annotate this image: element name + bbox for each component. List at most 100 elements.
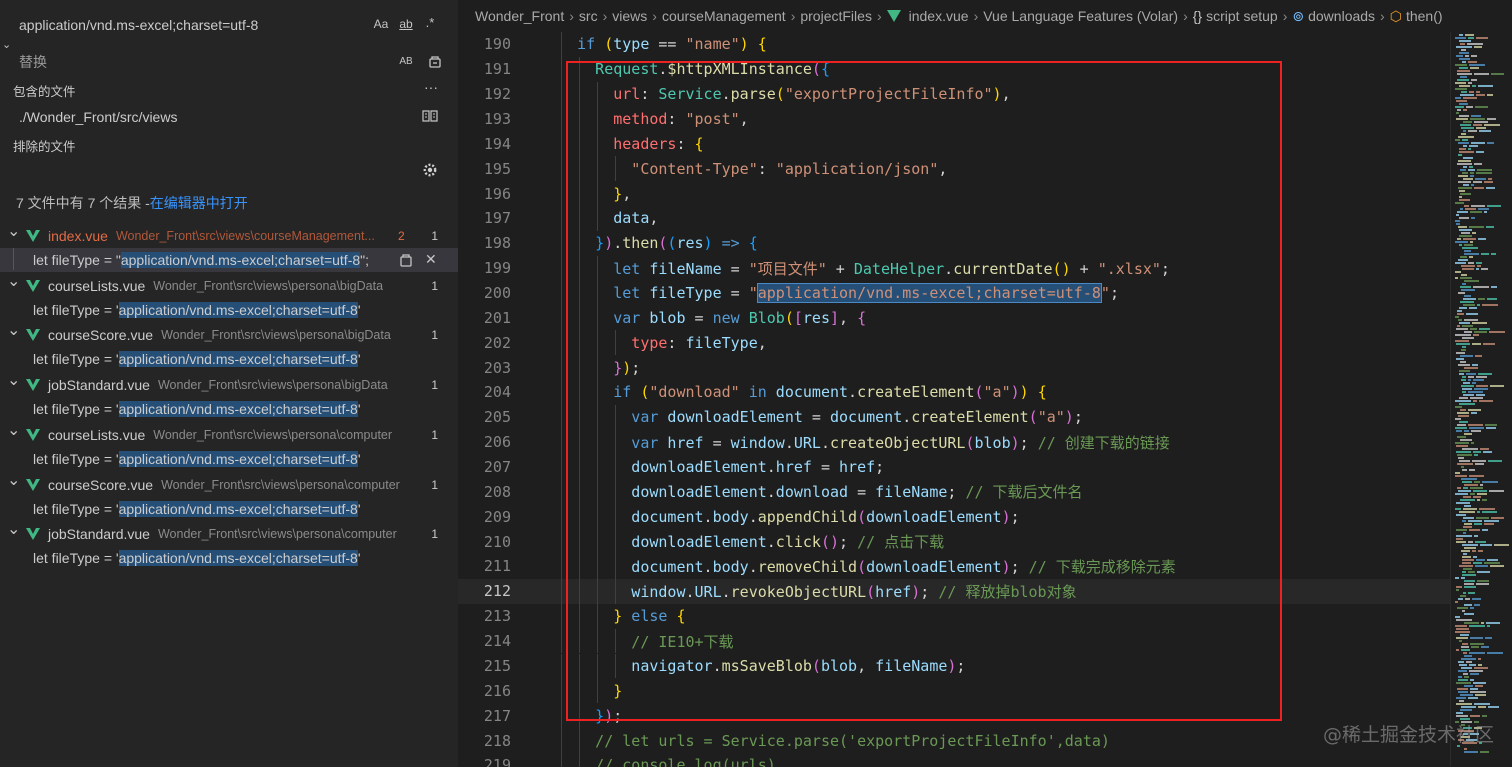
open-editors-only-icon[interactable] (420, 106, 440, 126)
code-text[interactable]: var downloadElement = document.createEle… (631, 408, 1083, 426)
code-line[interactable]: 212 window.URL.revokeObjectURL(href); // … (458, 578, 1450, 604)
code-text[interactable]: if ("download" in document.createElement… (613, 383, 1047, 401)
dismiss-close-icon[interactable]: ✕ (425, 251, 437, 268)
result-match-row[interactable]: let fileType = ' application/vnd.ms-excel… (0, 298, 458, 322)
code-line[interactable]: 219 // console.log(urls) (458, 752, 1450, 767)
code-line[interactable]: 203}); (458, 355, 1450, 381)
open-in-editor-link[interactable]: 在编辑器中打开 (150, 193, 248, 213)
code-text[interactable]: }); (595, 707, 622, 725)
code-text[interactable]: if (type == "name") { (577, 35, 767, 53)
breadcrumb-item[interactable]: projectFiles (800, 8, 872, 24)
code-text[interactable]: method: "post", (613, 110, 748, 128)
use-exclude-settings-gear-icon[interactable] (420, 160, 440, 180)
code-line[interactable]: 199 let fileName = "项目文件" + DateHelper.cu… (458, 255, 1450, 281)
result-file-row[interactable]: ⌄ index.vue Wonder_Front\src\views\courseM… (0, 223, 458, 248)
code-text[interactable]: Request.$httpXMLInstance({ (595, 60, 830, 78)
chevron-down-icon[interactable]: ⌄ (7, 519, 20, 539)
search-query[interactable]: application/vnd.ms-excel;charset=utf-8 (19, 17, 258, 33)
result-match-row[interactable]: let fileType = ' application/vnd.ms-excel… (0, 347, 458, 371)
result-file-row[interactable]: ⌄ courseLists.vue Wonder_Front\src\views\p… (0, 422, 458, 447)
code-text[interactable]: data, (613, 209, 658, 227)
code-text[interactable]: headers: { (613, 135, 703, 153)
replace-all-icon[interactable] (425, 51, 445, 71)
code-line[interactable]: 197 data, (458, 206, 1450, 231)
code-line[interactable]: 217}); (458, 703, 1450, 729)
code-text[interactable]: }).then((res) => { (595, 234, 758, 252)
match-whole-word-icon[interactable]: ab (396, 14, 416, 34)
more-actions-icon[interactable]: ··· (421, 77, 441, 97)
code-text[interactable]: let fileName = "项目文件" + DateHelper.curre… (613, 258, 1170, 279)
code-text[interactable]: document.body.removeChild(downloadElemen… (631, 556, 1175, 577)
code-line[interactable]: 193 method: "post", (458, 106, 1450, 132)
code-text[interactable]: downloadElement.click(); // 点击下载 (631, 531, 944, 552)
code-text[interactable]: } (613, 682, 622, 700)
code-line[interactable]: 204 if ("download" in document.createElem… (458, 380, 1450, 405)
code-text[interactable]: }, (613, 185, 631, 203)
code-line[interactable]: 210 downloadElement.click(); // 点击下载 (458, 529, 1450, 555)
code-text[interactable]: } else { (613, 607, 685, 625)
breadcrumb-item[interactable]: Vue Language Features (Volar) (983, 8, 1178, 24)
code-text[interactable]: let fileType = "application/vnd.ms-excel… (613, 283, 1119, 304)
result-file-row[interactable]: ⌄ courseLists.vue Wonder_Front\src\views\p… (0, 273, 458, 298)
code-line[interactable]: 216} (458, 678, 1450, 704)
code-line[interactable]: 208 downloadElement.download = fileName; … (458, 479, 1450, 505)
code-line[interactable]: 202 type: fileType, (458, 330, 1450, 356)
chevron-down-icon[interactable]: ⌄ (7, 271, 20, 291)
use-regex-icon[interactable]: .* (420, 12, 440, 32)
chevron-down-icon[interactable]: ⌄ (7, 420, 20, 440)
code-line[interactable]: 213} else { (458, 603, 1450, 629)
code-text[interactable]: // let urls = Service.parse('exportProje… (595, 732, 1110, 750)
code-line[interactable]: 195 "Content-Type": "application/json", (458, 156, 1450, 182)
breadcrumb-item[interactable]: courseManagement (662, 8, 786, 24)
code-line[interactable]: 206 var href = window.URL.createObjectURL… (458, 429, 1450, 455)
code-text[interactable]: }); (613, 359, 640, 377)
code-line[interactable]: 194 headers: { (458, 131, 1450, 157)
code-text[interactable]: type: fileType, (631, 334, 766, 352)
code-line[interactable]: 191 Request.$httpXMLInstance({ (458, 56, 1450, 82)
include-files-value[interactable]: ./Wonder_Front/src/views (19, 109, 177, 125)
code-text[interactable]: var blob = new Blob([res], { (613, 309, 866, 327)
code-text[interactable]: document.body.appendChild(downloadElemen… (631, 508, 1019, 526)
minimap[interactable] (1450, 32, 1512, 767)
result-file-row[interactable]: ⌄ courseScore.vue Wonder_Front\src\views\p… (0, 322, 458, 347)
code-line[interactable]: 192 url: Service.parse("exportProjectFile… (458, 81, 1450, 107)
include-files-input[interactable]: ./Wonder_Front/src/views (0, 104, 458, 129)
breadcrumb-item[interactable]: src (579, 8, 598, 24)
chevron-down-icon[interactable]: ⌄ (7, 221, 20, 241)
match-case-icon[interactable]: Aa (371, 14, 391, 34)
breadcrumb-item[interactable]: index.vue (909, 8, 969, 24)
code-text[interactable]: downloadElement.download = fileName; // … (631, 481, 1082, 502)
exclude-files-input[interactable] (0, 158, 458, 183)
code-line[interactable]: 205 var downloadElement = document.create… (458, 404, 1450, 430)
code-text[interactable]: window.URL.revokeObjectURL(href); // 释放掉… (631, 581, 1076, 602)
preserve-case-icon[interactable]: AB (396, 51, 416, 71)
result-match-row[interactable]: let fileType = ' application/vnd.ms-excel… (0, 447, 458, 471)
code-line[interactable]: 196}, (458, 181, 1450, 207)
code-text[interactable]: "Content-Type": "application/json", (631, 160, 947, 178)
code-text[interactable]: // IE10+下载 (631, 631, 733, 652)
result-match-row[interactable]: let fileType = " application/vnd.ms-excel… (0, 248, 458, 272)
code-line[interactable]: 209 document.body.appendChild(downloadEle… (458, 504, 1450, 530)
result-file-row[interactable]: ⌄ jobStandard.vue Wonder_Front\src\views\p… (0, 521, 458, 546)
code-line[interactable]: 200 let fileType = "application/vnd.ms-ex… (458, 280, 1450, 306)
code-line[interactable]: 201 var blob = new Blob([res], { (458, 305, 1450, 331)
breadcrumb-item[interactable]: downloads (1308, 8, 1375, 24)
code-text[interactable]: downloadElement.href = href; (631, 458, 884, 476)
result-file-row[interactable]: ⌄ jobStandard.vue Wonder_Front\src\views\p… (0, 372, 458, 397)
result-match-row[interactable]: let fileType = ' application/vnd.ms-excel… (0, 546, 458, 570)
breadcrumb-item[interactable]: script setup (1206, 8, 1278, 24)
chevron-down-icon[interactable]: ⌄ (7, 320, 20, 340)
breadcrumb-item[interactable]: Wonder_Front (475, 8, 564, 24)
code-line[interactable]: 207 downloadElement.href = href; (458, 454, 1450, 480)
chevron-down-icon[interactable]: ⌄ (7, 470, 20, 490)
replace-input[interactable]: 替换 (0, 49, 458, 74)
result-match-row[interactable]: let fileType = ' application/vnd.ms-excel… (0, 397, 458, 421)
code-line[interactable]: 215 navigator.msSaveBlob(blob, fileName); (458, 653, 1450, 679)
code-text[interactable]: url: Service.parse("exportProjectFileInf… (613, 85, 1010, 103)
code-area[interactable]: 190 if (type == "name") {191 Request.$http… (458, 32, 1512, 767)
breadcrumb-item[interactable]: views (612, 8, 647, 24)
code-line[interactable]: 198}).then((res) => { (458, 230, 1450, 256)
code-text[interactable]: var href = window.URL.createObjectURL(bl… (631, 432, 1170, 453)
breadcrumb-item[interactable]: then() (1406, 8, 1443, 24)
result-file-row[interactable]: ⌄ courseScore.vue Wonder_Front\src\views\p… (0, 472, 458, 497)
